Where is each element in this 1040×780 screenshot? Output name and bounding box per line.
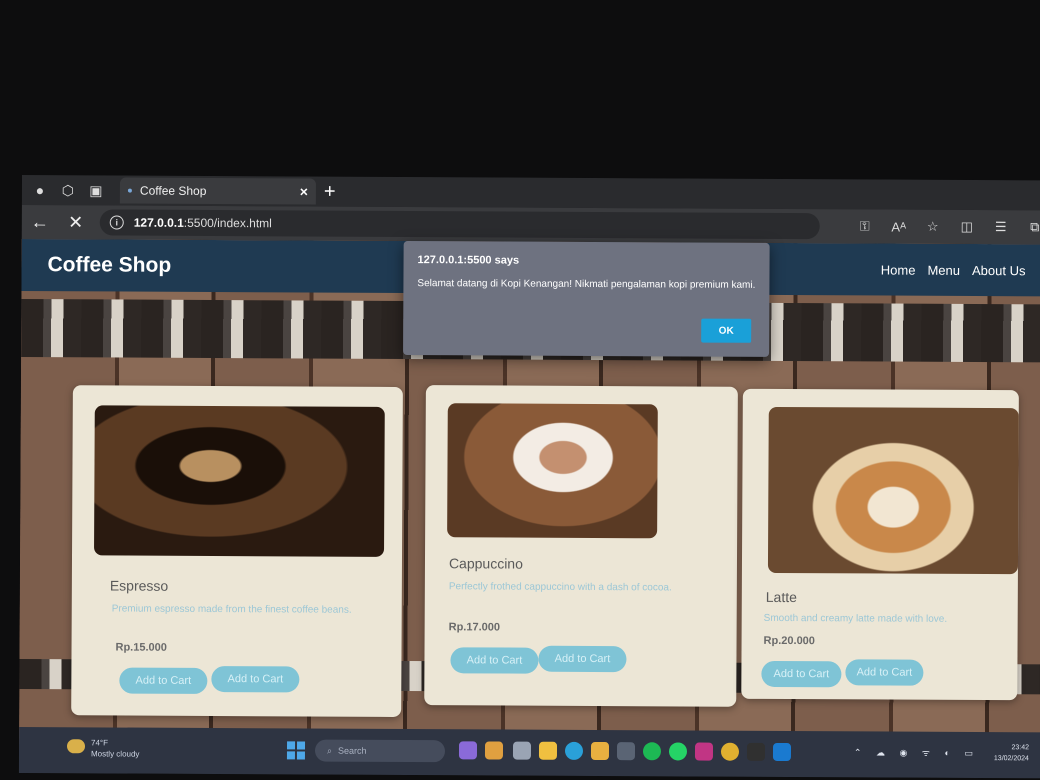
instagram-icon[interactable] [694, 742, 714, 761]
close-tab-icon[interactable]: × [300, 183, 308, 199]
site-info-icon[interactable]: i [109, 215, 124, 230]
favorites-icon[interactable]: ☰ [984, 219, 1018, 235]
monitor-screen: ● ⬡ ▣ Coffee Shop × + ← ✕ i 127.0.0.1 :5… [18, 175, 1040, 779]
new-tab-icon[interactable]: + [324, 180, 336, 203]
whatsapp-icon[interactable] [668, 742, 688, 761]
ok-button[interactable]: OK [701, 318, 752, 343]
product-price: Rp.17.000 [448, 621, 501, 634]
spotify-icon[interactable] [642, 742, 662, 761]
product-card-latte: Latte Smooth and creamy latte made with … [741, 388, 1019, 701]
add-to-cart-button[interactable]: Add to Cart [761, 660, 842, 688]
back-arrow-icon[interactable]: ← [22, 211, 58, 232]
product-name: Latte [765, 588, 797, 606]
file-explorer-icon[interactable] [538, 741, 558, 760]
browser-toolbar: ⚿ Aᴬ ☆ ◫ ☰ ⧉ [848, 209, 1040, 244]
clock-date: 13/02/2024 [993, 755, 1029, 763]
latte-photo [767, 406, 1019, 575]
tab-actions-icon[interactable]: ▣ [86, 180, 106, 200]
loading-indicator-icon [127, 188, 132, 193]
product-price: Rp.15.000 [115, 641, 167, 654]
windows-taskbar: 74°F Mostly cloudy ⌕ Search ⌃ ☁ ◉ ᯤ ◐ ▭ … [18, 726, 1040, 779]
collections-icon[interactable]: ⧉ [1018, 219, 1040, 235]
product-description: Smooth and creamy latte made with love. [763, 612, 948, 625]
product-description: Premium espresso made from the finest co… [111, 603, 352, 616]
read-aloud-icon[interactable]: Aᴬ [882, 219, 916, 234]
edge-icon[interactable] [564, 741, 584, 760]
url-host: 127.0.0.1 [133, 215, 184, 230]
nav-home[interactable]: Home [881, 262, 916, 277]
product-card-cappuccino: Cappuccino Perfectly frothed cappuccino … [424, 385, 738, 707]
weather-temp: 74°F [91, 738, 109, 748]
git-icon[interactable] [746, 742, 766, 761]
add-to-cart-button[interactable]: Add to Cart [211, 665, 300, 693]
stop-loading-icon[interactable]: ✕ [58, 212, 94, 233]
workspaces-icon[interactable]: ⬡ [58, 180, 78, 200]
product-card-espresso: Espresso Premium espresso made from the … [71, 385, 403, 717]
product-price: Rp.20.000 [763, 634, 815, 648]
cloud-icon [66, 739, 86, 754]
address-bar-row: ← ✕ i 127.0.0.1 :5500/index.html ⚿ Aᴬ ☆ … [21, 204, 1040, 245]
system-tray-icons[interactable]: ⌃ ☁ ◉ ᯤ ◐ ▭ [854, 745, 979, 759]
alert-dialog: 127.0.0.1:5500 says Selamat datang di Ko… [403, 240, 770, 357]
favorite-star-icon[interactable]: ☆ [916, 219, 950, 235]
clock[interactable]: 23:42 13/02/2024 [994, 742, 1029, 764]
espresso-photo [94, 405, 385, 557]
browser-tab[interactable]: Coffee Shop × [119, 177, 316, 205]
nav-menu[interactable]: Menu [927, 262, 960, 277]
add-to-cart-button[interactable]: Add to Cart [119, 667, 208, 694]
cappuccino-photo [447, 403, 658, 539]
add-to-cart-button[interactable]: Add to Cart [538, 645, 627, 673]
chrome-icon[interactable] [720, 742, 740, 761]
url-path: :5500/index.html [183, 215, 272, 231]
search-icon: ⌕ [326, 745, 333, 756]
task-view-icon[interactable] [512, 741, 532, 760]
copilot-icon[interactable] [458, 741, 478, 760]
search-placeholder: Search [338, 745, 367, 756]
camera-icon[interactable] [616, 742, 636, 761]
product-name: Cappuccino [448, 555, 523, 572]
add-to-cart-button[interactable]: Add to Cart [450, 647, 539, 674]
product-name: Espresso [109, 577, 169, 594]
weather-widget[interactable]: 74°F Mostly cloudy [66, 737, 140, 759]
start-icon[interactable] [286, 741, 306, 760]
url-input[interactable]: i 127.0.0.1 :5500/index.html [99, 209, 820, 240]
taskbar-search[interactable]: ⌕ Search [314, 739, 446, 763]
photos-icon[interactable] [484, 741, 504, 760]
vscode-icon[interactable] [772, 742, 792, 762]
dialog-message: Selamat datang di Kopi Kenangan! Nikmati… [417, 278, 756, 291]
profile-icon[interactable]: ● [30, 180, 50, 200]
tab-title: Coffee Shop [139, 183, 207, 198]
weather-desc: Mostly cloudy [90, 749, 140, 759]
add-to-cart-button[interactable]: Add to Cart [845, 659, 924, 686]
clock-time: 23:42 [1011, 744, 1030, 752]
dialog-title: 127.0.0.1:5500 says [417, 254, 520, 267]
nav-about-us[interactable]: About Us [972, 262, 1026, 277]
store-icon[interactable] [590, 741, 610, 761]
product-description: Perfectly frothed cappuccino with a dash… [448, 581, 672, 594]
key-icon[interactable]: ⚿ [848, 218, 882, 234]
split-screen-icon[interactable]: ◫ [950, 219, 984, 235]
